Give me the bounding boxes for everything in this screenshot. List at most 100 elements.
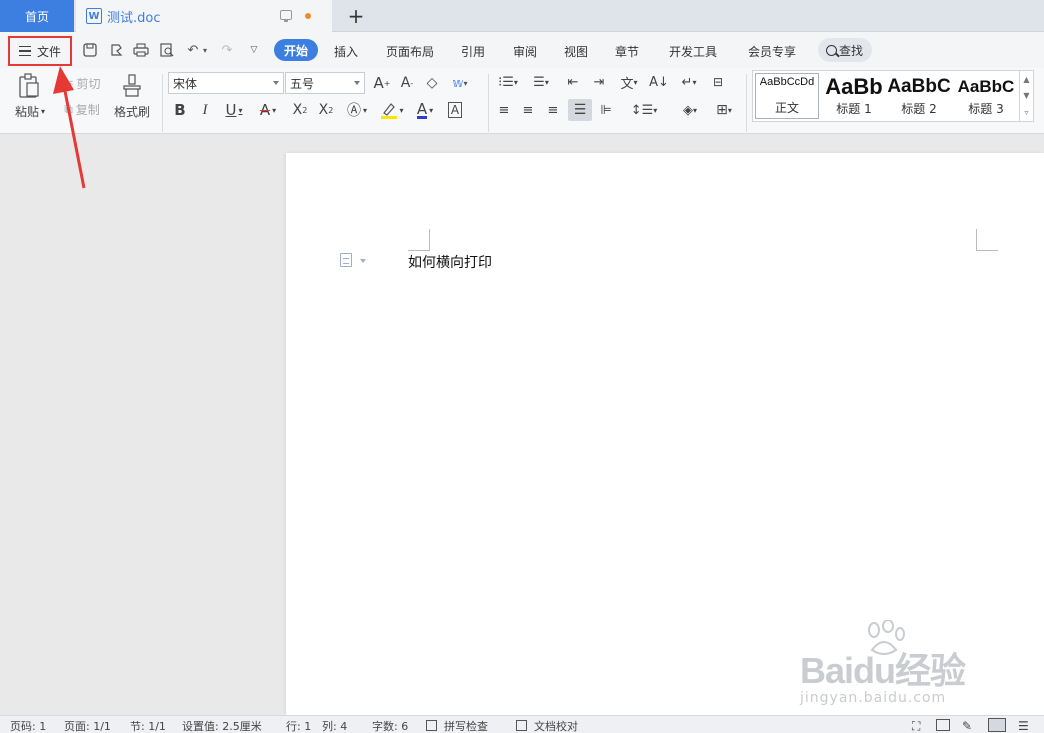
file-menu-button[interactable]: 文件 — [8, 36, 72, 66]
distributed-align-icon[interactable]: ⊫ — [596, 100, 616, 120]
paste-button[interactable]: 粘贴 ▾ — [12, 102, 48, 120]
document-tab[interactable]: W 测试.doc — [76, 0, 332, 32]
status-setting[interactable]: 设置值: 2.5厘米 — [182, 718, 262, 733]
bold-icon[interactable]: B — [170, 100, 190, 120]
bullets-icon[interactable]: ⁝☰ ▾ — [494, 72, 522, 92]
strikethrough-icon[interactable]: A ▾ — [253, 100, 283, 120]
chevron-down-icon[interactable] — [360, 259, 366, 263]
document-text[interactable]: 如何横向打印 — [408, 252, 492, 272]
align-right-icon[interactable]: ≡ — [543, 100, 563, 120]
tab-references[interactable]: 引用 — [461, 40, 485, 62]
gallery-scroll[interactable]: ▲ ▼ ▿ — [1019, 71, 1033, 121]
home-tab[interactable]: 首页 — [0, 0, 74, 32]
print-preview-icon[interactable] — [158, 41, 176, 59]
paste-icon[interactable] — [14, 72, 44, 100]
fullscreen-icon[interactable]: ⛶ — [912, 719, 926, 733]
export-icon[interactable] — [107, 41, 125, 59]
status-page[interactable]: 页码: 1 — [10, 718, 46, 733]
chevron-down-icon[interactable]: ▼ — [1023, 91, 1029, 100]
unsaved-indicator — [305, 13, 311, 19]
tab-start[interactable]: 开始 — [274, 39, 318, 61]
font-name-value: 宋体 — [173, 76, 198, 91]
font-size-value: 五号 — [290, 76, 315, 91]
search-button[interactable]: 查找 — [818, 38, 872, 62]
search-icon — [826, 44, 837, 56]
checkbox-icon[interactable] — [426, 720, 437, 731]
document-tab-label: 测试.doc — [107, 10, 161, 26]
borders-icon[interactable]: ⊞ ▾ — [708, 100, 740, 120]
watermark-url: jingyan.baidu.com — [800, 690, 947, 706]
status-col[interactable]: 列: 4 — [322, 718, 347, 733]
save-icon[interactable] — [81, 41, 99, 59]
tab-section[interactable]: 章节 — [615, 40, 639, 62]
more-icon[interactable]: ▿ — [1024, 108, 1028, 117]
read-mode-icon[interactable] — [936, 719, 950, 731]
text-effect-icon[interactable]: Ⓐ ▾ — [342, 100, 372, 120]
outline-view-icon[interactable]: ☰ — [1018, 719, 1032, 733]
font-color-icon[interactable]: A ▾ — [410, 100, 440, 120]
shading-icon[interactable]: ◈ ▾ — [674, 100, 706, 120]
customize-quick-access-icon[interactable]: ▽ — [245, 41, 263, 59]
proofread-icon[interactable] — [516, 720, 527, 731]
numbering-icon[interactable]: ☰ ▾ — [527, 72, 555, 92]
tab-member[interactable]: 会员专享 — [748, 40, 796, 62]
tab-page-layout[interactable]: 页面布局 — [386, 40, 434, 62]
style-preview: AaBbC — [957, 77, 1015, 96]
undo-dropdown-icon[interactable]: ▾ — [200, 41, 210, 59]
underline-icon[interactable]: U ▾ — [220, 100, 248, 120]
paragraph-layout-icon[interactable] — [340, 253, 352, 267]
proofread-button[interactable]: 文档校对 — [534, 718, 578, 733]
tab-view[interactable]: 视图 — [564, 40, 588, 62]
page-view-icon[interactable] — [988, 718, 1006, 732]
chinese-layout-icon[interactable]: ⽂ ▾ — [615, 72, 643, 92]
format-painter-icon[interactable] — [118, 72, 146, 100]
table-tools-icon[interactable]: ⊟ — [707, 72, 729, 92]
baidu-watermark: Baidu经验 jingyan.baidu.com — [800, 620, 1000, 710]
style-heading-1[interactable]: AaBb 标题 1 — [823, 73, 885, 119]
style-label: 标题 3 — [968, 102, 1004, 116]
tab-developer-tools[interactable]: 开发工具 — [669, 40, 717, 62]
status-section[interactable]: 节: 1/1 — [130, 718, 166, 733]
show-marks-icon[interactable]: ↵ ▾ — [674, 72, 704, 92]
char-border-icon[interactable]: A — [445, 100, 465, 120]
crop-mark — [408, 229, 430, 251]
tab-insert[interactable]: 插入 — [334, 40, 358, 62]
crop-mark — [976, 229, 998, 251]
status-row[interactable]: 行: 1 — [286, 718, 311, 733]
style-label: 正文 — [774, 101, 799, 115]
sort-icon[interactable]: A↓ — [648, 72, 670, 92]
divider — [746, 74, 747, 132]
highlight-icon[interactable]: ▾ — [376, 100, 408, 120]
align-center-icon[interactable]: ≡ — [518, 100, 538, 120]
grow-font-icon[interactable]: A + — [372, 74, 392, 92]
line-spacing-icon[interactable]: ↕☰ ▾ — [628, 100, 660, 120]
redo-icon[interactable]: ↷ — [218, 41, 236, 59]
font-name-select[interactable]: 宋体 — [168, 72, 284, 94]
italic-icon[interactable]: I — [195, 100, 215, 120]
style-heading-3[interactable]: AaBbC 标题 3 — [953, 73, 1019, 119]
status-words[interactable]: 字数: 6 — [372, 718, 408, 733]
shrink-font-icon[interactable]: A- — [397, 74, 417, 92]
spellcheck-button[interactable]: 拼写检查 — [444, 718, 488, 733]
superscript-icon[interactable]: X2 — [289, 100, 311, 120]
format-painter-button[interactable]: 格式刷 — [110, 102, 154, 120]
pen-icon[interactable]: ✎ — [962, 719, 976, 733]
new-tab-button[interactable]: + — [344, 4, 368, 28]
chevron-up-icon[interactable]: ▲ — [1023, 75, 1029, 84]
style-preview: AaBbC — [887, 76, 951, 97]
status-pages[interactable]: 页面: 1/1 — [64, 718, 111, 733]
monitor-icon[interactable] — [280, 10, 292, 22]
subscript-icon[interactable]: X2 — [315, 100, 337, 120]
print-icon[interactable] — [132, 41, 150, 59]
tab-review[interactable]: 审阅 — [513, 40, 537, 62]
file-menu-label: 文件 — [36, 44, 61, 59]
align-left-icon[interactable]: ≡ — [494, 100, 514, 120]
justify-icon[interactable]: ☰ — [568, 99, 592, 121]
style-normal[interactable]: AaBbCcDd 正文 — [755, 73, 819, 119]
decrease-indent-icon[interactable]: ⇤ — [562, 72, 584, 92]
clear-format-icon[interactable]: ◇ — [422, 74, 442, 92]
phonetic-guide-icon[interactable]: 𝕨 ▾ — [447, 74, 473, 92]
font-size-select[interactable]: 五号 — [285, 72, 365, 94]
increase-indent-icon[interactable]: ⇥ — [588, 72, 610, 92]
style-heading-2[interactable]: AaBbC 标题 2 — [887, 73, 951, 119]
